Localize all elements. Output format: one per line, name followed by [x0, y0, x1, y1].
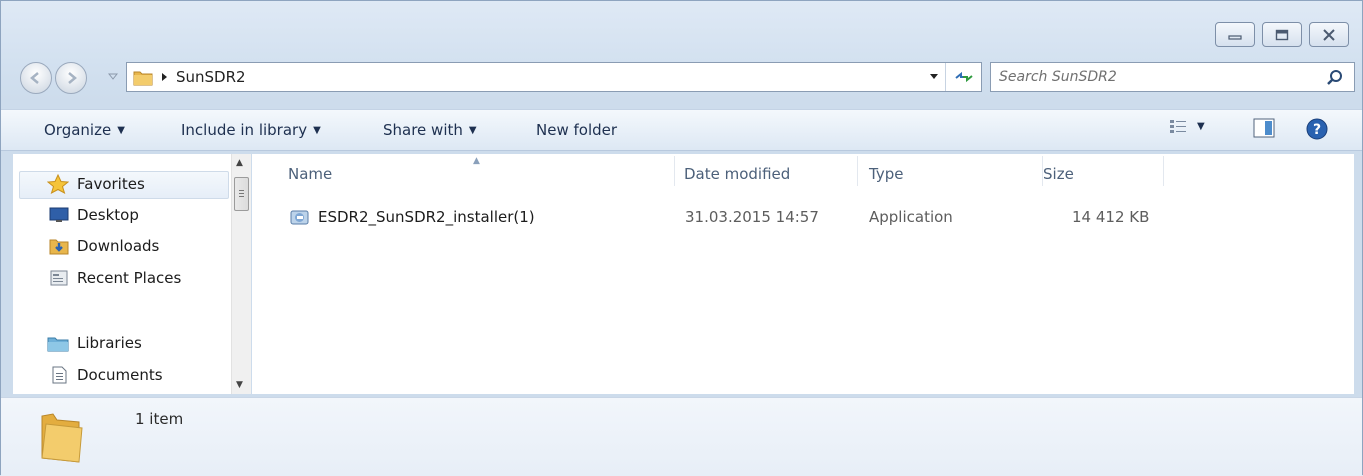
- close-button[interactable]: [1309, 22, 1349, 47]
- nav-documents-label: Documents: [77, 366, 163, 384]
- change-view-button[interactable]: ▼: [1169, 118, 1205, 134]
- column-header-name[interactable]: Name: [288, 154, 332, 194]
- organize-chevron-down-icon: ▼: [117, 124, 125, 136]
- address-row: SunSDR2: [11, 59, 1355, 95]
- column-divider[interactable]: [857, 156, 858, 186]
- help-icon: ?: [1306, 118, 1328, 140]
- view-options-chevron-down-icon: ▼: [1197, 120, 1205, 132]
- preview-pane-button[interactable]: [1253, 118, 1275, 138]
- nav-downloads-label: Downloads: [77, 237, 160, 255]
- scroll-up-arrow-icon[interactable]: ▲: [236, 158, 243, 168]
- svg-text:?: ?: [1313, 122, 1321, 138]
- table-row[interactable]: ESDR2_SunSDR2_installer(1) 31.03.2015 14…: [282, 204, 1322, 230]
- column-divider[interactable]: [1163, 156, 1164, 186]
- organize-button[interactable]: Organize ▼: [44, 110, 125, 150]
- nav-libraries-label: Libraries: [77, 334, 142, 352]
- include-in-library-button[interactable]: Include in library ▼: [181, 110, 321, 150]
- new-folder-label: New folder: [536, 121, 618, 139]
- search-input[interactable]: [999, 69, 1319, 85]
- navigation-pane: Favorites Desktop Downloads Recent Place…: [13, 154, 231, 394]
- folder-icon: [41, 413, 83, 463]
- item-count: 1 item: [135, 410, 184, 428]
- column-header-date-modified[interactable]: Date modified: [684, 154, 790, 194]
- help-button[interactable]: ?: [1306, 118, 1328, 140]
- star-icon: [47, 174, 69, 194]
- details-pane: 1 item: [1, 397, 1362, 476]
- nav-downloads[interactable]: Downloads: [49, 237, 159, 255]
- application-icon: [290, 210, 309, 225]
- search-box[interactable]: [990, 62, 1355, 92]
- nav-favorites-label: Favorites: [77, 175, 145, 193]
- scroll-down-arrow-icon[interactable]: ▼: [236, 380, 243, 390]
- file-type: Application: [869, 208, 953, 226]
- column-header-type[interactable]: Type: [869, 154, 903, 194]
- command-bar: Organize ▼ Include in library ▼ Share with…: [1, 109, 1362, 151]
- address-dropdown-chevron-down-icon[interactable]: [929, 71, 939, 81]
- view-options-icon: [1170, 120, 1186, 133]
- maximize-icon: [1275, 29, 1289, 40]
- nav-desktop[interactable]: Desktop: [49, 206, 139, 224]
- include-in-library-label: Include in library: [181, 121, 308, 139]
- scrollbar-thumb[interactable]: [234, 177, 249, 211]
- file-list: ▲ Name Date modified Type Size ESDR2_Sun…: [252, 154, 1354, 394]
- recent-places-icon: [49, 269, 69, 287]
- recent-pages-chevron-down-icon[interactable]: [108, 71, 118, 81]
- column-header-size-label: Size: [1043, 165, 1074, 183]
- navigation-scrollbar[interactable]: ▲ ▼: [231, 154, 251, 394]
- back-button[interactable]: [20, 62, 52, 94]
- forward-button[interactable]: [55, 62, 87, 94]
- file-size: 14 412 KB: [1072, 208, 1150, 226]
- nav-libraries[interactable]: Libraries: [47, 334, 142, 352]
- nav-recent-places-label: Recent Places: [77, 269, 182, 287]
- nav-recent-places[interactable]: Recent Places: [49, 269, 181, 287]
- share-with-button[interactable]: Share with ▼: [383, 110, 477, 150]
- new-folder-button[interactable]: New folder: [536, 110, 617, 150]
- nav-favorites[interactable]: Favorites: [47, 174, 145, 194]
- column-divider[interactable]: [674, 156, 675, 186]
- file-name: ESDR2_SunSDR2_installer(1): [318, 208, 535, 226]
- file-date-modified: 31.03.2015 14:57: [685, 208, 819, 226]
- minimize-icon: [1228, 34, 1242, 40]
- explorer-window: SunSDR2 Organize ▼ Include in library ▼ Sh…: [0, 0, 1363, 476]
- share-with-chevron-down-icon: ▼: [468, 124, 477, 136]
- preview-pane-icon: [1253, 118, 1275, 138]
- breadcrumb-separator-icon[interactable]: [161, 68, 168, 86]
- search-icon[interactable]: [1326, 69, 1344, 87]
- forward-arrow-icon: [68, 72, 77, 84]
- column-header-size[interactable]: Size: [1042, 154, 1162, 194]
- desktop-icon: [49, 206, 69, 224]
- sort-ascending-icon: ▲: [473, 156, 480, 166]
- minimize-button[interactable]: [1215, 22, 1255, 47]
- include-in-library-chevron-down-icon: ▼: [313, 124, 321, 136]
- back-arrow-icon: [30, 72, 39, 84]
- share-with-label: Share with: [383, 121, 463, 139]
- nav-desktop-label: Desktop: [77, 206, 139, 224]
- libraries-icon: [47, 334, 69, 352]
- folder-icon: [133, 71, 153, 86]
- refresh-button[interactable]: [945, 63, 981, 91]
- address-bar[interactable]: SunSDR2: [126, 62, 982, 92]
- refresh-icon: [954, 71, 973, 83]
- close-icon: [1323, 28, 1335, 41]
- nav-documents[interactable]: Documents: [49, 366, 163, 384]
- organize-label: Organize: [44, 121, 112, 139]
- file-name-cell: ESDR2_SunSDR2_installer(1): [290, 204, 535, 230]
- breadcrumb-sunsdr2[interactable]: SunSDR2: [176, 68, 246, 86]
- maximize-button[interactable]: [1262, 22, 1302, 47]
- downloads-icon: [49, 237, 69, 255]
- window-controls: [1215, 22, 1349, 47]
- documents-icon: [49, 366, 69, 384]
